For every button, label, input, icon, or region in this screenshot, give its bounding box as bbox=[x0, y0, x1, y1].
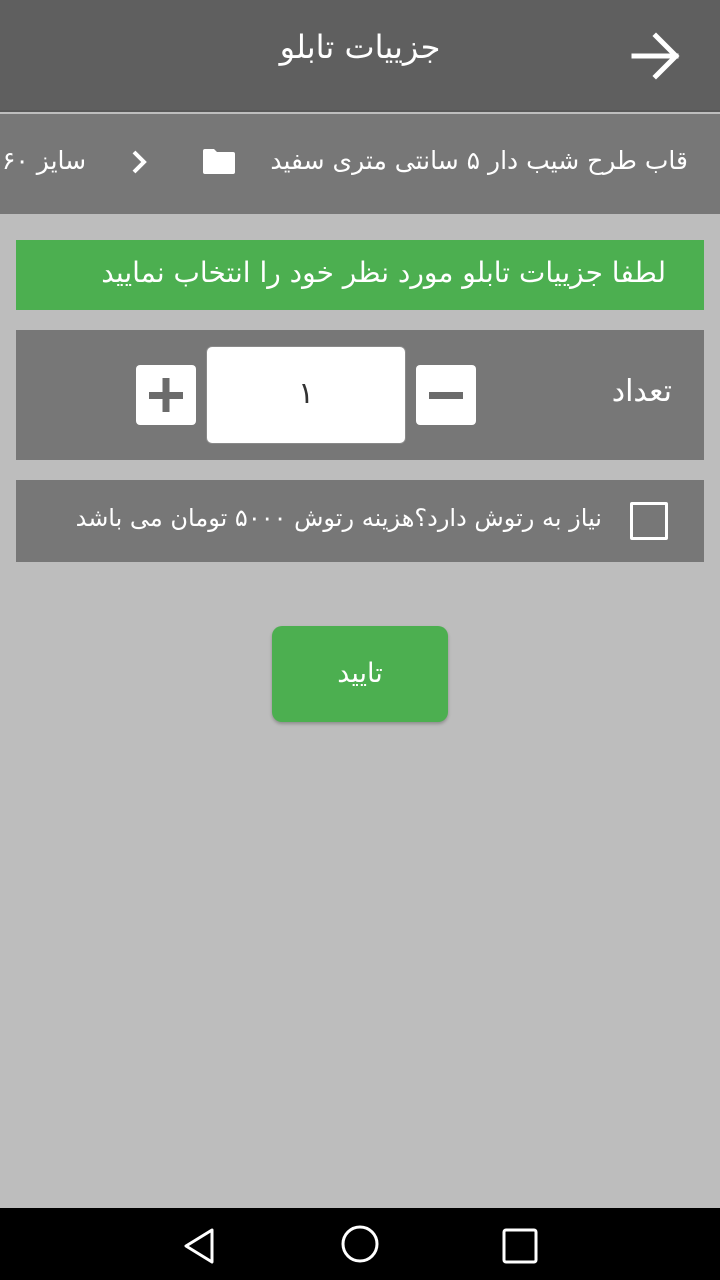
retouch-panel: نیاز به رتوش دارد؟هزینه رتوش ۵۰۰۰ تومان … bbox=[16, 480, 704, 562]
back-triangle-icon[interactable] bbox=[180, 1226, 220, 1266]
page-title: جزییات تابلو bbox=[279, 28, 441, 66]
quantity-input[interactable]: ۱ bbox=[206, 346, 406, 444]
recents-square-icon[interactable] bbox=[500, 1226, 540, 1266]
minus-icon bbox=[429, 392, 463, 399]
plus-icon bbox=[149, 378, 183, 412]
arrow-right-icon[interactable] bbox=[630, 30, 682, 82]
instruction-text: لطفا جزییات تابلو مورد نظر خود را انتخاب… bbox=[101, 256, 666, 289]
decrement-button[interactable] bbox=[416, 365, 476, 425]
retouch-label: نیاز به رتوش دارد؟هزینه رتوش ۵۰۰۰ تومان … bbox=[75, 504, 602, 532]
quantity-panel: تعداد ۱ bbox=[16, 330, 704, 460]
confirm-button[interactable]: تایید bbox=[272, 626, 448, 722]
app-bar: جزییات تابلو bbox=[0, 0, 720, 112]
system-nav-bar bbox=[0, 1208, 720, 1280]
instruction-banner: لطفا جزییات تابلو مورد نظر خود را انتخاب… bbox=[16, 240, 704, 310]
retouch-checkbox[interactable] bbox=[630, 502, 668, 540]
breadcrumb-item-size[interactable]: سایز ۶۰ bbox=[2, 146, 86, 175]
breadcrumb: قاب طرح شیب دار ۵ سانتی متری سفید سایز ۶… bbox=[0, 114, 720, 214]
increment-button[interactable] bbox=[136, 365, 196, 425]
folder-icon bbox=[202, 147, 236, 175]
home-circle-icon[interactable] bbox=[340, 1224, 380, 1264]
chevron-right-icon bbox=[128, 148, 152, 176]
breadcrumb-item-frame[interactable]: قاب طرح شیب دار ۵ سانتی متری سفید bbox=[270, 146, 688, 175]
quantity-label: تعداد bbox=[611, 374, 672, 409]
